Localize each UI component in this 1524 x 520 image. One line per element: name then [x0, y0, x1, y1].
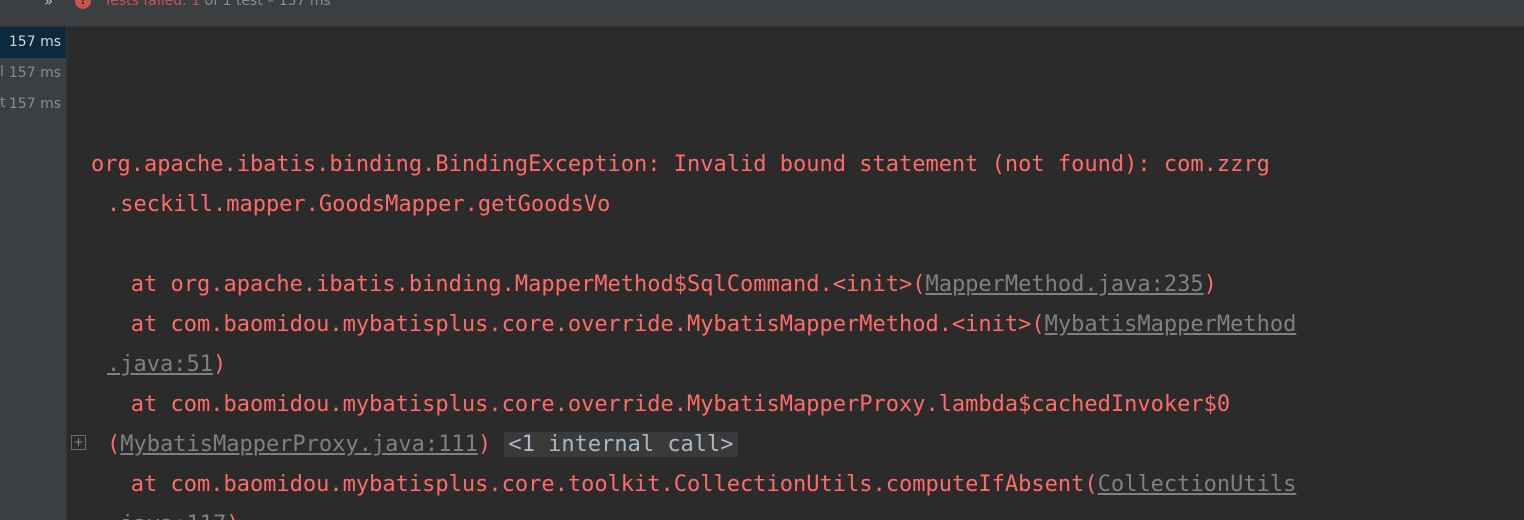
console-output[interactable]: org.apache.ibatis.binding.BindingExcepti…: [67, 27, 1524, 520]
test-name-fragment: t: [0, 95, 6, 111]
status-summary-text: of 1 test – 157 ms: [200, 0, 331, 9]
stack-frame-text: at org.apache.ibatis.binding.MapperMetho…: [91, 272, 926, 297]
stack-frame-text: at com.baomidou.mybatisplus.core.toolkit…: [91, 472, 1098, 497]
test-duration: 157 ms: [8, 34, 61, 50]
test-tree-row[interactable]: 157 ms: [0, 27, 66, 58]
stack-frame-line: at com.baomidou.mybatisplus.core.overrid…: [91, 305, 1297, 345]
test-duration: 157 ms: [8, 65, 61, 81]
test-toolbar: » ! Tests failed: 1 of 1 test – 157 ms: [0, 0, 1524, 27]
source-link[interactable]: CollectionUtils: [1098, 472, 1297, 497]
expand-fold-icon[interactable]: +: [71, 435, 86, 450]
status-failed-text: Tests failed: 1: [104, 0, 201, 9]
test-tree-row[interactable]: t 157 ms: [0, 89, 66, 120]
stack-frame-continuation: .java:51): [107, 345, 226, 385]
source-link-continuation[interactable]: .java:117: [107, 512, 226, 520]
source-link[interactable]: MapperMethod.java:235: [925, 272, 1203, 297]
exception-message-continuation: .seckill.mapper.GoodsMapper.getGoodsVo: [107, 192, 611, 217]
exception-message-line: org.apache.ibatis.binding.BindingExcepti…: [91, 152, 1270, 177]
source-link[interactable]: MybatisMapperMethod: [1045, 312, 1297, 337]
stack-frame-paren: ): [212, 352, 227, 377]
source-link-continuation[interactable]: .java:51: [107, 352, 213, 377]
test-duration: 157 ms: [8, 96, 61, 112]
test-tree-row[interactable]: l 157 ms: [0, 58, 66, 89]
stack-frame-line: at com.baomidou.mybatisplus.core.overrid…: [91, 392, 1231, 417]
internal-call-fold[interactable]: <1 internal call>: [504, 432, 738, 457]
stack-frame-continuation: (MybatisMapperProxy.java:111) <1 interna…: [107, 425, 738, 465]
stack-frame-paren: (: [107, 432, 121, 457]
test-tree-panel: 157 ms l 157 ms t 157 ms: [0, 27, 67, 520]
test-name-fragment: l: [0, 64, 4, 80]
stack-frame-paren: ): [477, 432, 492, 457]
stack-frame-line: at com.baomidou.mybatisplus.core.toolkit…: [91, 465, 1297, 505]
stack-frame-paren: ): [1203, 272, 1217, 297]
stack-frame-continuation: .java:117): [107, 505, 239, 520]
error-icon: !: [75, 0, 91, 9]
stack-frame-text: at com.baomidou.mybatisplus.core.overrid…: [91, 312, 1045, 337]
more-actions-chevron-icon[interactable]: »: [44, 0, 53, 10]
source-link[interactable]: MybatisMapperProxy.java:111: [120, 432, 478, 457]
test-status-text: Tests failed: 1 of 1 test – 157 ms: [104, 0, 331, 9]
stack-frame-paren: ): [226, 512, 239, 520]
stack-frame-line: at org.apache.ibatis.binding.MapperMetho…: [91, 265, 1217, 305]
